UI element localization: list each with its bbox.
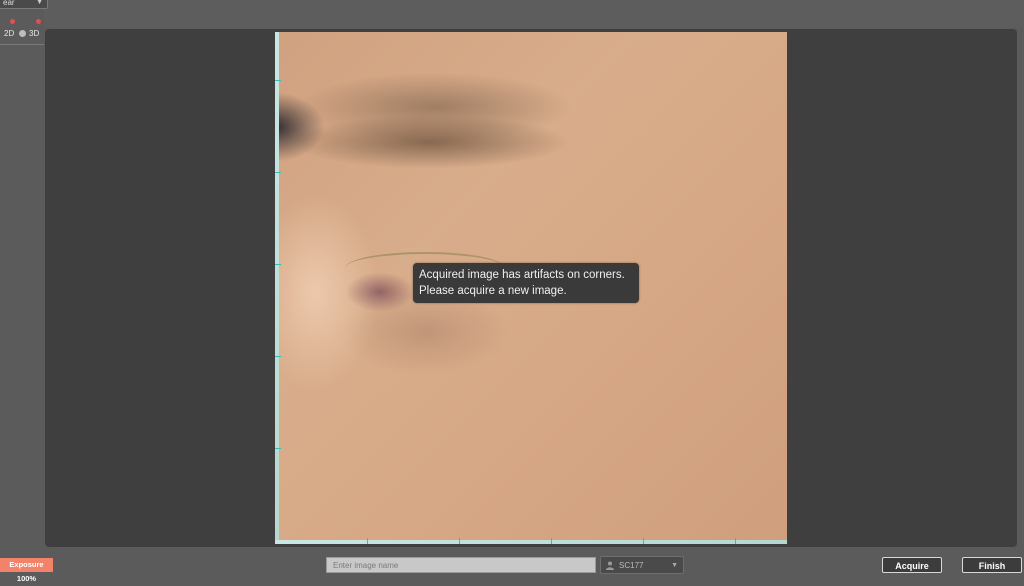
upper-lash-region xyxy=(275,92,325,162)
panel-divider xyxy=(0,44,44,45)
indicator-dot xyxy=(10,19,15,24)
user-icon xyxy=(606,561,614,570)
warning-line-1: Acquired image has artifacts on corners. xyxy=(419,269,625,281)
chevron-down-icon: ▼ xyxy=(671,562,678,569)
scale-tick xyxy=(643,538,644,544)
mode-toggle-radio[interactable] xyxy=(19,30,26,37)
lower-lash-region xyxy=(345,272,415,312)
warning-line-2: Please acquire a new image. xyxy=(419,285,567,297)
left-panel: 2D 3D xyxy=(0,9,44,547)
vertical-scale xyxy=(275,32,279,544)
artifact-warning-toast: Acquired image has artifacts on corners.… xyxy=(413,263,639,303)
scale-tick xyxy=(275,172,281,173)
scale-tick xyxy=(275,356,281,357)
finish-button[interactable]: Finish xyxy=(962,557,1022,573)
scale-tick xyxy=(459,538,460,544)
scale-tick xyxy=(275,448,281,449)
indicator-dots xyxy=(6,19,41,27)
acquire-button[interactable]: Acquire xyxy=(882,557,942,573)
scale-tick xyxy=(735,538,736,544)
horizontal-scale xyxy=(275,540,787,544)
view-dropdown-label: ear xyxy=(3,0,15,7)
scale-tick xyxy=(367,538,368,544)
user-select[interactable]: SC177 ▼ xyxy=(600,556,684,574)
eyebrow-region xyxy=(295,72,575,142)
scale-tick xyxy=(551,538,552,544)
mode-3d-label[interactable]: 3D xyxy=(29,29,39,38)
scale-tick xyxy=(275,264,281,265)
scale-tick xyxy=(275,80,281,81)
mode-2d-label[interactable]: 2D xyxy=(4,29,14,38)
user-select-label: SC177 xyxy=(619,561,644,570)
indicator-dot xyxy=(36,19,41,24)
image-name-input[interactable] xyxy=(326,557,596,573)
top-toolbar: ear ▼ xyxy=(0,0,1024,28)
exposure-badge: Exposure 100% xyxy=(0,558,53,583)
view-dropdown[interactable]: ear ▼ xyxy=(0,0,48,9)
